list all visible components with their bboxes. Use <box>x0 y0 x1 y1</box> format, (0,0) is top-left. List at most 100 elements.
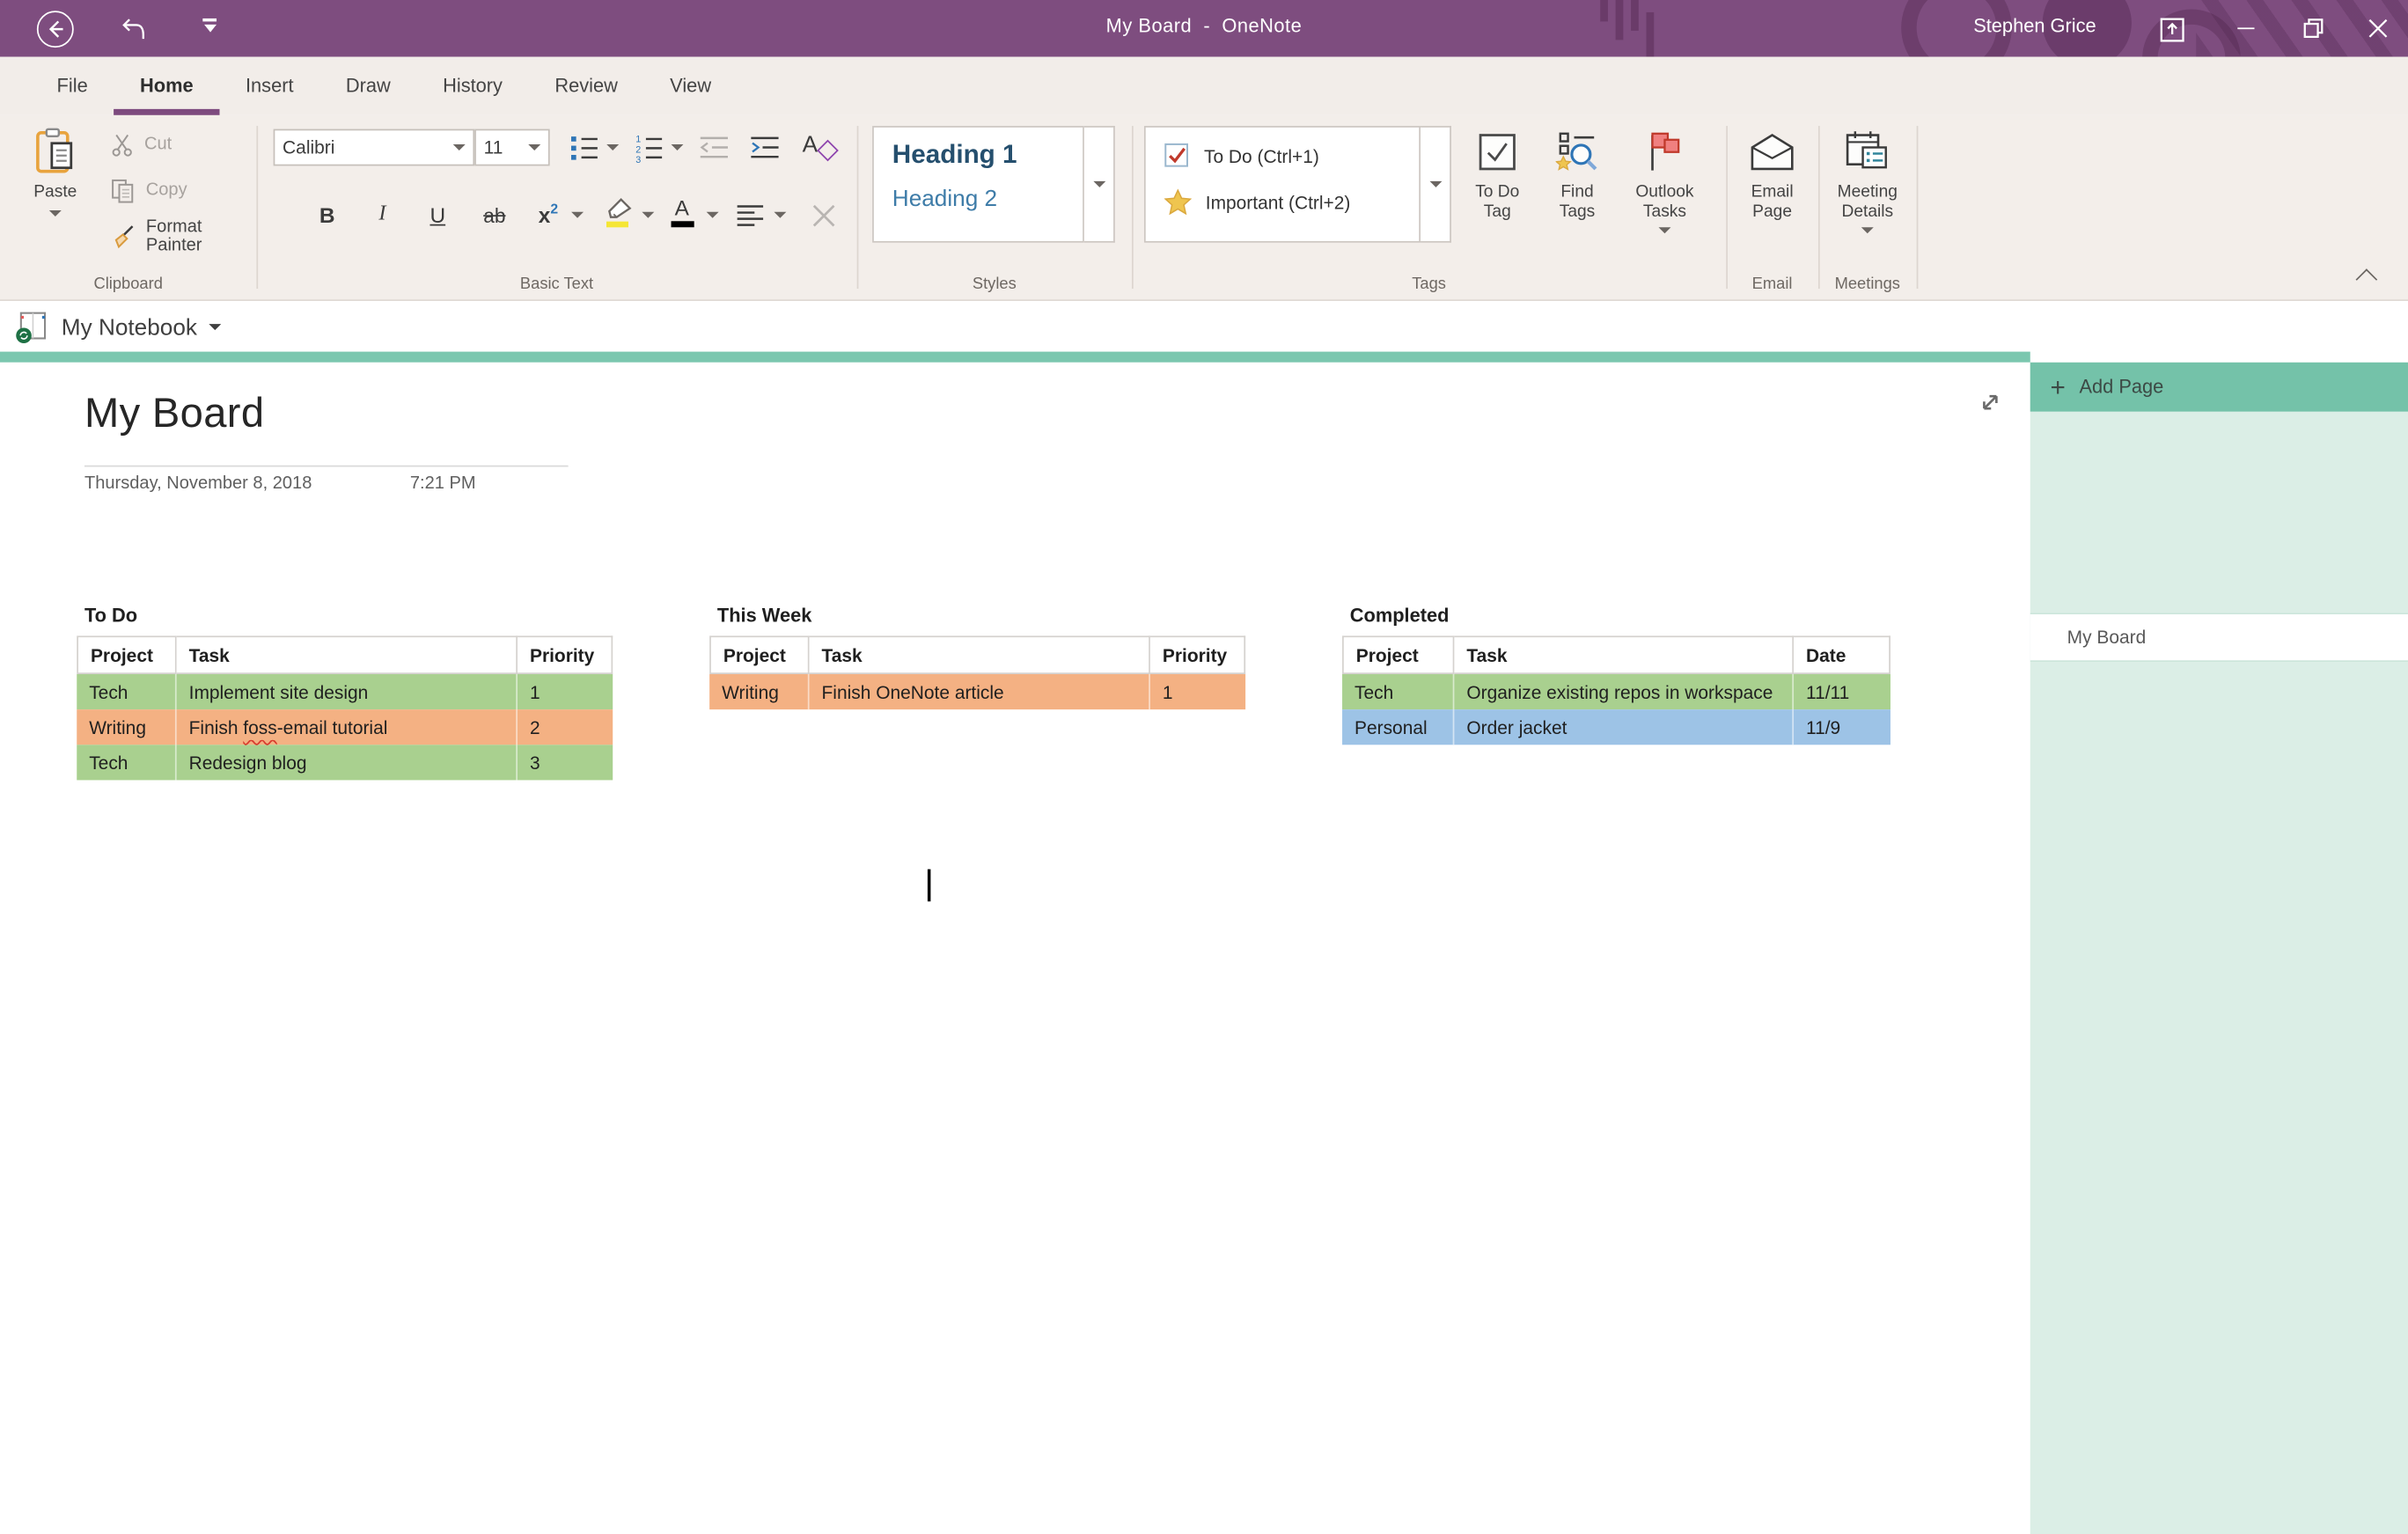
delete-button[interactable] <box>804 194 843 237</box>
table-header-cell[interactable]: Project <box>77 635 177 675</box>
tab-file[interactable]: File <box>31 57 114 115</box>
cut-button[interactable]: Cut <box>111 126 172 163</box>
notebook-dropdown[interactable]: My Notebook <box>15 307 222 347</box>
numbered-list-menu[interactable] <box>668 126 686 169</box>
table-cell[interactable]: 1 <box>518 674 613 709</box>
table-cell[interactable]: Tech <box>77 745 177 781</box>
page-title[interactable]: My Board <box>84 390 264 437</box>
table-header-cell[interactable]: Task <box>809 635 1150 675</box>
table-cell[interactable]: Redesign blog <box>177 745 518 781</box>
underline-button[interactable]: U <box>416 194 459 237</box>
text-cursor <box>927 869 930 902</box>
styles-gallery-more-button[interactable] <box>1083 126 1115 243</box>
paste-button[interactable]: Paste <box>15 123 95 217</box>
meeting-details-button[interactable]: Meeting Details <box>1824 123 1911 234</box>
numbered-list-button[interactable]: 123 <box>629 126 666 169</box>
superscript-menu[interactable] <box>569 194 587 237</box>
table-cell[interactable]: Finish OneNote article <box>810 674 1150 710</box>
ribbon-display-options-button[interactable] <box>2153 12 2190 46</box>
table-cell[interactable]: Implement site design <box>177 674 518 710</box>
superscript-button[interactable]: x 2 <box>530 194 567 237</box>
italic-button[interactable]: I <box>361 194 404 237</box>
page-list-item-my-board[interactable]: My Board <box>2030 613 2408 663</box>
font-color-menu[interactable] <box>703 194 722 237</box>
table-cell[interactable]: 2 <box>518 709 613 745</box>
outlook-tasks-button[interactable]: Outlook Tasks <box>1620 123 1709 234</box>
email-page-icon <box>1749 126 1795 178</box>
table-cell[interactable]: Order jacket <box>1454 709 1795 745</box>
table-cell[interactable]: Organize existing repos in workspace <box>1454 674 1795 710</box>
table-header-cell[interactable]: Priority <box>518 635 613 675</box>
table-row: Tech Organize existing repos in workspace… <box>1342 674 1890 710</box>
tags-gallery-more-button[interactable] <box>1421 126 1451 243</box>
tag-todo[interactable]: To Do (Ctrl+1) <box>1164 143 1420 169</box>
font-color-button[interactable]: A <box>662 190 701 233</box>
font-name-combo[interactable]: Calibri <box>273 128 475 166</box>
table-cell[interactable]: Tech <box>77 674 177 710</box>
collapse-ribbon-button[interactable] <box>2355 268 2378 290</box>
decrease-indent-button[interactable] <box>694 126 734 169</box>
tag-important[interactable]: Important (Ctrl+2) <box>1164 188 1420 216</box>
style-heading2[interactable]: Heading 2 <box>892 186 1083 212</box>
expand-page-button[interactable] <box>1978 390 2002 415</box>
table-cell[interactable]: Finish foss-email tutorial <box>177 709 518 745</box>
table-header-cell[interactable]: Task <box>176 635 518 675</box>
styles-gallery[interactable]: Heading 1 Heading 2 <box>872 126 1084 243</box>
clear-formatting-button[interactable]: A <box>797 123 841 166</box>
outlook-tasks-label: Outlook Tasks <box>1635 182 1694 222</box>
tab-home[interactable]: Home <box>114 57 219 115</box>
chevron-down-icon <box>706 211 719 218</box>
todo-tag-button[interactable]: To Do Tag <box>1462 123 1532 223</box>
tags-gallery[interactable]: To Do (Ctrl+1) Important (Ctrl+2) <box>1143 126 1421 243</box>
tab-review[interactable]: Review <box>529 57 644 115</box>
table-cell[interactable]: Personal <box>1342 709 1455 745</box>
clear-formatting-icon <box>816 139 838 162</box>
format-painter-icon <box>114 224 134 248</box>
close-button[interactable] <box>2346 0 2408 57</box>
table-cell[interactable]: 3 <box>518 745 613 780</box>
add-page-button[interactable]: + Add Page <box>2030 362 2408 412</box>
table-header-row: Project Task Priority <box>77 635 613 675</box>
tab-view[interactable]: View <box>644 57 738 115</box>
find-tags-button[interactable]: Find Tags <box>1542 123 1612 223</box>
restore-button[interactable] <box>2282 0 2344 57</box>
table-cell[interactable]: Tech <box>1342 674 1455 710</box>
table-cell[interactable]: Writing <box>709 674 810 710</box>
table-cell[interactable]: 11/9 <box>1794 709 1890 745</box>
page-list-item-label: My Board <box>2067 626 2147 649</box>
copy-button[interactable]: Copy <box>111 172 187 209</box>
paragraph-alignment-menu[interactable] <box>771 194 789 237</box>
chevron-down-icon <box>1428 180 1442 187</box>
paragraph-alignment-button[interactable] <box>730 194 769 237</box>
table-header-cell[interactable]: Date <box>1794 635 1890 675</box>
table-header-cell[interactable]: Task <box>1454 635 1795 675</box>
bullet-list-button[interactable] <box>565 126 602 169</box>
table-header-cell[interactable]: Project <box>709 635 810 675</box>
table-cell[interactable]: 1 <box>1150 674 1245 709</box>
bullet-list-menu[interactable] <box>604 126 622 169</box>
font-size-combo[interactable]: 11 <box>474 128 550 166</box>
table-cell[interactable]: Writing <box>77 709 177 745</box>
highlight-button[interactable] <box>598 190 637 233</box>
tab-history[interactable]: History <box>416 57 528 115</box>
highlight-menu[interactable] <box>639 194 657 237</box>
table-row: Tech Implement site design 1 <box>77 674 613 710</box>
format-painter-button[interactable]: Format Painter <box>111 218 257 255</box>
copy-icon <box>112 179 134 202</box>
bold-button[interactable]: B <box>305 194 349 237</box>
style-heading1[interactable]: Heading 1 <box>892 140 1083 171</box>
copy-label: Copy <box>145 180 187 200</box>
tab-draw[interactable]: Draw <box>319 57 416 115</box>
minimize-button[interactable] <box>2214 0 2276 57</box>
tab-insert[interactable]: Insert <box>219 57 319 115</box>
strikethrough-button[interactable]: ab <box>472 194 518 237</box>
account-user-name[interactable]: Stephen Grice <box>1973 15 2096 36</box>
increase-indent-button[interactable] <box>745 126 784 169</box>
table-cell[interactable]: 11/11 <box>1794 674 1890 709</box>
table-header-cell[interactable]: Priority <box>1149 635 1246 675</box>
chevron-down-icon <box>606 144 620 151</box>
page-canvas[interactable]: My Board Thursday, November 8, 2018 7:21… <box>0 362 2030 1534</box>
table-header-cell[interactable]: Project <box>1342 635 1455 675</box>
chevron-down-icon <box>48 210 62 217</box>
email-page-button[interactable]: Email Page <box>1736 123 1807 223</box>
